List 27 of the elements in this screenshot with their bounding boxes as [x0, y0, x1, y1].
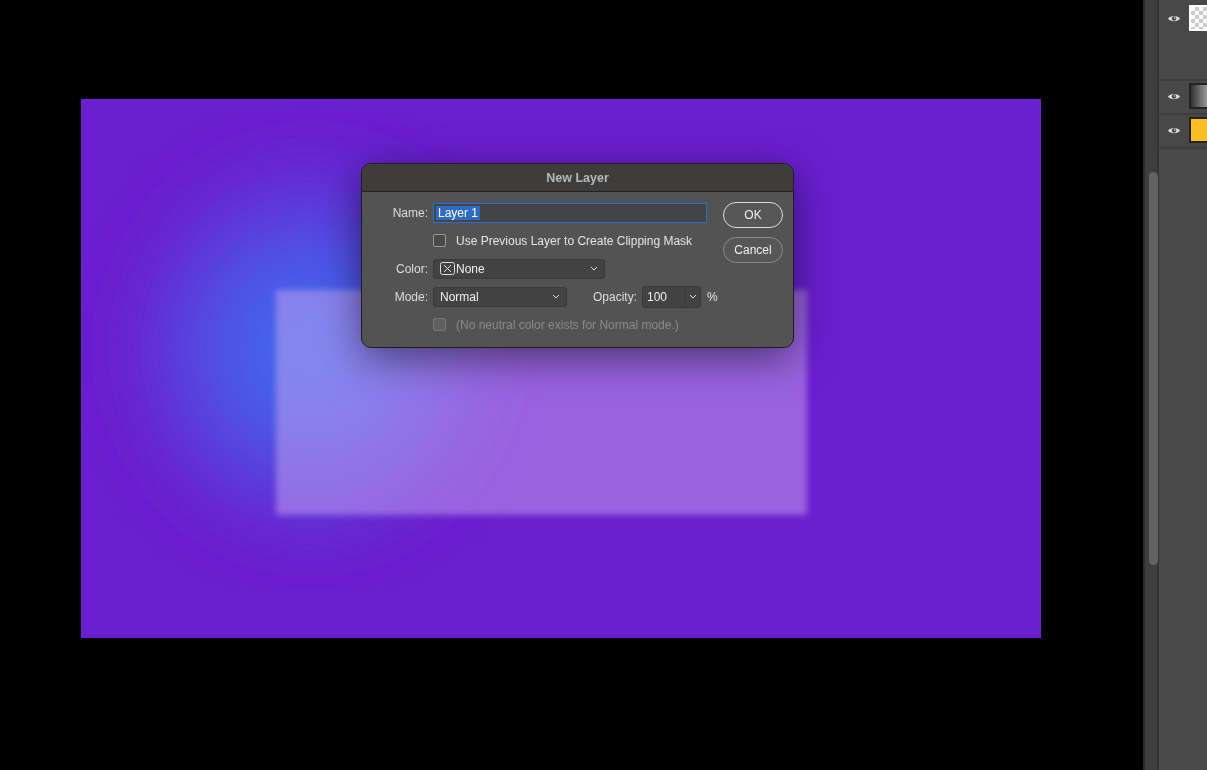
- name-field[interactable]: Layer 1: [433, 202, 707, 223]
- layer-row[interactable]: [1159, 81, 1207, 115]
- eye-icon[interactable]: [1167, 125, 1181, 135]
- dialog-title: New Layer: [546, 170, 609, 185]
- ok-button[interactable]: OK: [723, 202, 783, 228]
- eye-icon[interactable]: [1167, 91, 1181, 101]
- field-label: Color:: [395, 261, 429, 276]
- chevron-icon: [552, 294, 560, 299]
- chevron-icon: [590, 266, 598, 271]
- layer-row[interactable]: [1159, 115, 1207, 149]
- field-label: Opacity:: [593, 289, 638, 304]
- opacity-field[interactable]: 100: [642, 285, 701, 308]
- checkbox-label: Use Previous Layer to Create Clipping Mask: [456, 233, 693, 248]
- layer-thumbnail: [1189, 5, 1207, 31]
- layer-thumbnail: [1189, 83, 1207, 109]
- unit-label: %: [707, 289, 718, 304]
- eye-icon[interactable]: [1167, 13, 1181, 23]
- no-color-icon: [440, 262, 455, 275]
- field-label: Mode:: [393, 289, 429, 304]
- color-select[interactable]: None: [433, 258, 605, 279]
- mode-select[interactable]: Normal: [433, 286, 567, 307]
- name-value: Layer 1: [436, 205, 481, 220]
- chevron-icon: [689, 294, 697, 299]
- scrollbar-thumb[interactable]: [1149, 172, 1158, 565]
- field-label: Name:: [391, 205, 429, 220]
- checkbox[interactable]: [433, 234, 446, 247]
- cancel-button[interactable]: Cancel: [723, 237, 783, 263]
